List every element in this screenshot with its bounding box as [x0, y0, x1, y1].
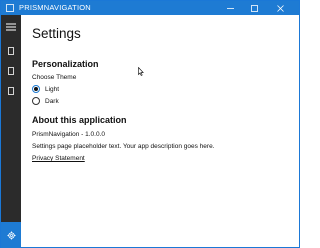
theme-dark-radio[interactable]: Dark — [32, 96, 59, 106]
page-title: Settings — [32, 26, 81, 41]
radio-checked-indicator — [32, 85, 40, 93]
nav-item-settings[interactable] — [1, 222, 21, 248]
app-window: PRISMNAVIGATION Settings Personalization… — [0, 0, 300, 248]
page-icon — [8, 47, 14, 55]
nav-item-1[interactable] — [1, 42, 21, 60]
page-icon — [8, 67, 14, 75]
window-title: PRISMNAVIGATION — [19, 3, 91, 12]
close-button[interactable] — [269, 1, 291, 15]
app-version: PrismNavigation - 1.0.0.0 — [32, 131, 105, 138]
theme-light-radio[interactable]: Light — [32, 84, 59, 94]
settings-page: Settings Personalization Choose Theme Li… — [32, 15, 292, 245]
page-icon — [8, 87, 14, 95]
gear-icon — [6, 230, 16, 240]
nav-item-2[interactable] — [1, 62, 21, 80]
nav-item-3[interactable] — [1, 82, 21, 100]
hamburger-menu-icon — [6, 23, 16, 31]
maximize-button[interactable] — [243, 1, 265, 15]
maximize-icon — [250, 4, 258, 12]
personalization-heading: Personalization — [32, 59, 99, 69]
app-icon — [6, 4, 14, 12]
radio-unchecked-indicator — [32, 97, 40, 105]
title-bar[interactable]: PRISMNAVIGATION — [1, 1, 299, 15]
navigation-pane — [1, 15, 21, 248]
app-description: Settings page placeholder text. Your app… — [32, 143, 215, 150]
hamburger-button[interactable] — [1, 18, 21, 36]
minimize-button[interactable] — [219, 1, 241, 15]
theme-light-label: Light — [45, 85, 60, 93]
choose-theme-label: Choose Theme — [32, 74, 77, 81]
privacy-statement-link[interactable]: Privacy Statement — [32, 155, 85, 162]
theme-dark-label: Dark — [45, 97, 59, 105]
about-heading: About this application — [32, 115, 127, 125]
close-icon — [276, 4, 284, 12]
mouse-cursor-icon — [138, 67, 144, 76]
minimize-icon — [226, 7, 234, 9]
